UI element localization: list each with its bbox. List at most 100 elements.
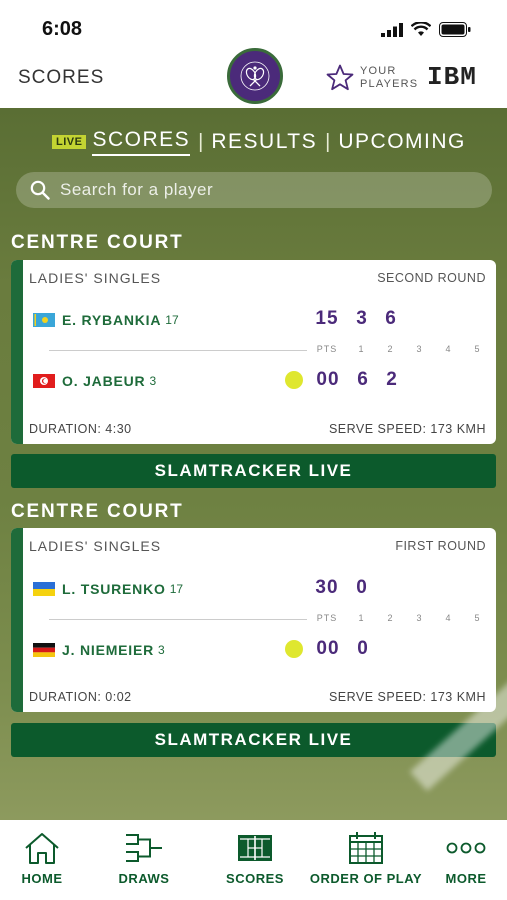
col-label: 5: [474, 344, 481, 354]
status-time: 6:08: [42, 18, 83, 40]
player-scores: 00 0: [285, 638, 377, 660]
nav-home[interactable]: HOME: [12, 820, 72, 900]
live-badge: LIVE: [52, 135, 87, 149]
ukraine-flag-icon: [33, 582, 55, 596]
divider: [49, 619, 307, 620]
round-name: FIRST ROUND: [395, 539, 486, 553]
signal-icon: [381, 23, 403, 37]
player-name: J. NIEMEIER: [62, 642, 155, 658]
player-row[interactable]: L. TSURENKO 17: [33, 581, 183, 597]
search-placeholder: Search for a player: [60, 180, 214, 199]
nav-draws[interactable]: DRAWS: [110, 820, 178, 900]
set-score: 6: [357, 369, 368, 390]
player-name: O. JABEUR: [62, 373, 146, 389]
match-duration: DURATION: 4:30: [29, 422, 132, 436]
round-name: SECOND ROUND: [377, 271, 486, 285]
court-title: CENTRE COURT: [11, 232, 184, 253]
more-dots-icon: [446, 842, 486, 854]
calendar-icon: [349, 832, 383, 864]
tab-separator: |: [325, 130, 331, 153]
divider: [49, 350, 307, 351]
player-name: E. RYBANKIA: [62, 312, 162, 328]
nav-label: DRAWS: [118, 871, 170, 886]
wimbledon-logo[interactable]: [227, 48, 283, 104]
col-label: 4: [445, 613, 452, 623]
tab-separator: |: [198, 130, 204, 153]
slamtracker-live-button[interactable]: SLAMTRACKER LIVE: [11, 454, 496, 488]
player-row[interactable]: E. RYBANKIA 17: [33, 312, 179, 328]
tunisia-flag-icon: [33, 374, 55, 388]
wifi-icon: [411, 22, 431, 36]
player-seed: 17: [169, 582, 184, 596]
nav-label: SCORES: [226, 871, 284, 886]
germany-flag-icon: [33, 643, 55, 657]
search-icon: [30, 180, 50, 200]
nav-order-of-play[interactable]: ORDER OF PLAY: [306, 820, 426, 900]
card-accent: [11, 528, 23, 712]
tab-results[interactable]: RESULTS: [211, 130, 317, 154]
player-seed: 3: [158, 643, 165, 657]
match-card[interactable]: LADIES' SINGLES SECOND ROUND E. RYBANKIA…: [11, 260, 496, 444]
court-title: CENTRE COURT: [11, 501, 184, 522]
player-row[interactable]: O. JABEUR 3: [33, 373, 156, 389]
your-players-label-line2: PLAYERS: [360, 77, 419, 90]
nav-label: ORDER OF PLAY: [309, 871, 423, 886]
serving-ball-icon: [285, 371, 303, 389]
serve-speed: SERVE SPEED: 173 KMH: [328, 690, 486, 704]
col-label: PTS: [316, 344, 338, 354]
match-card[interactable]: LADIES' SINGLES FIRST ROUND L. TSURENKO …: [11, 528, 496, 712]
status-icons: [381, 22, 471, 37]
nav-scores[interactable]: SCORES: [220, 820, 290, 900]
col-label: 1: [358, 344, 365, 354]
col-label: 3: [416, 344, 423, 354]
match-duration: DURATION: 0:02: [29, 690, 132, 704]
col-label: 5: [474, 613, 481, 623]
battery-icon: [439, 22, 471, 37]
bottom-nav: HOME DRAWS SCORES ORDER OF PLAY MORE: [0, 820, 507, 900]
col-label: PTS: [316, 613, 338, 623]
col-label: 3: [416, 613, 423, 623]
player-row[interactable]: J. NIEMEIER 3: [33, 642, 165, 658]
serve-speed: SERVE SPEED: 173 KMH: [328, 422, 486, 436]
ibm-logo: IBM: [427, 62, 477, 92]
col-label: 4: [445, 344, 452, 354]
tab-upcoming[interactable]: UPCOMING: [338, 130, 466, 154]
col-label: 2: [387, 344, 394, 354]
serving-ball-icon: [285, 640, 303, 658]
kazakhstan-flag-icon: [33, 313, 55, 327]
player-seed: 3: [149, 374, 157, 388]
status-bar: 6:08: [0, 0, 507, 54]
points: 00: [316, 369, 340, 390]
slamtracker-live-button[interactable]: SLAMTRACKER LIVE: [11, 723, 496, 757]
set-score: 2: [386, 369, 397, 390]
your-players-button[interactable]: YOUR PLAYERS: [326, 64, 422, 91]
event-name: LADIES' SINGLES: [29, 538, 162, 554]
player-name: L. TSURENKO: [62, 581, 166, 597]
home-icon: [25, 833, 59, 864]
scores-court-icon: [238, 835, 272, 861]
event-name: LADIES' SINGLES: [29, 270, 162, 286]
column-labels: PTS 1 2 3 4 5: [307, 613, 492, 623]
nav-more[interactable]: MORE: [440, 820, 492, 900]
set-score: 6: [385, 308, 396, 329]
col-label: 2: [387, 613, 394, 623]
player-seed: 17: [165, 313, 179, 327]
page-title: SCORES: [18, 67, 105, 88]
scores-main: LIVE SCORES | RESULTS | UPCOMING Search …: [0, 108, 507, 820]
nav-label: HOME: [21, 871, 63, 886]
player-scores: 00 6 2: [285, 369, 406, 391]
search-input[interactable]: Search for a player: [16, 172, 492, 208]
scores-tabs: LIVE SCORES | RESULTS | UPCOMING: [52, 128, 466, 156]
set-score: 0: [356, 577, 367, 598]
points: 15: [315, 308, 339, 329]
card-accent: [11, 260, 23, 444]
column-labels: PTS 1 2 3 4 5: [307, 344, 492, 354]
your-players-label-line1: YOUR: [360, 64, 397, 77]
set-score: 3: [356, 308, 367, 329]
set-score: 0: [357, 638, 368, 659]
nav-label: MORE: [445, 871, 487, 886]
draws-icon: [126, 834, 162, 862]
player-scores: 15 3 6: [307, 308, 405, 330]
points: 30: [315, 577, 339, 598]
tab-scores[interactable]: SCORES: [92, 128, 191, 156]
